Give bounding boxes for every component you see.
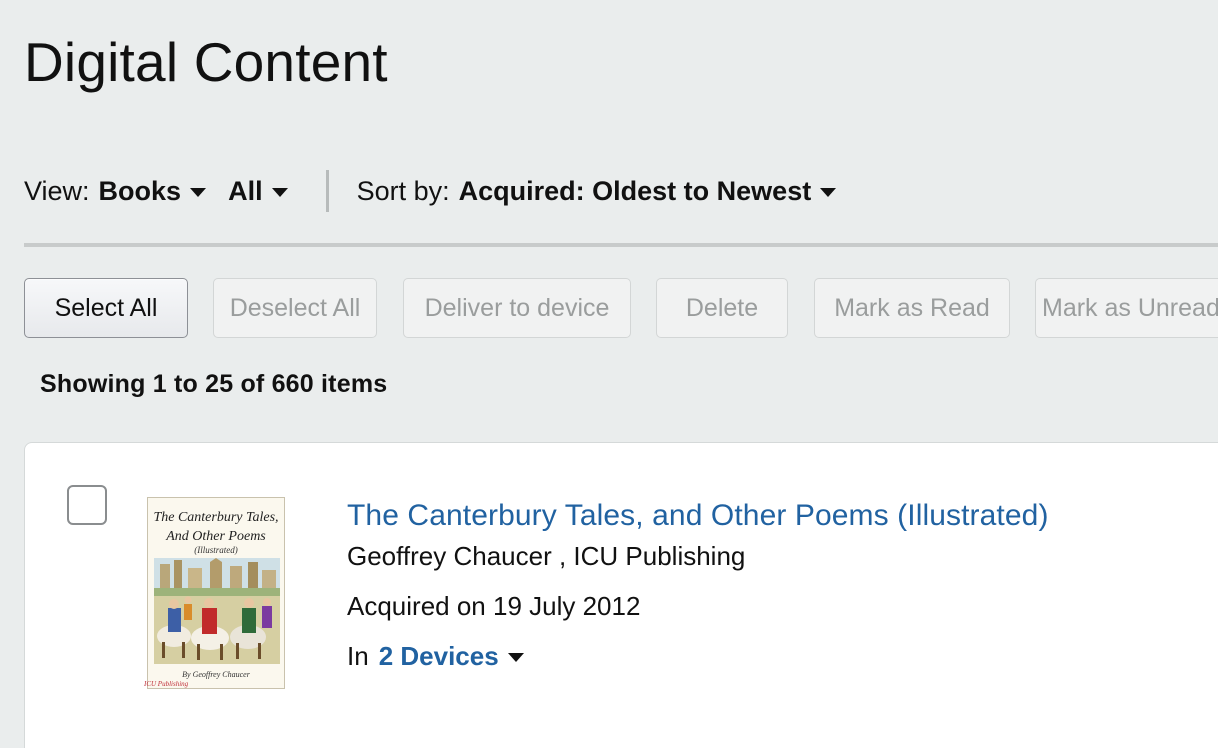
sort-dropdown[interactable]: Acquired: Oldest to Newest	[459, 176, 837, 207]
view-label: View:	[24, 175, 90, 206]
cover-title-line: And Other Poems	[166, 529, 266, 544]
digital-content-page: Digital Content View: Books All Sort by:…	[0, 0, 1218, 748]
devices-in-label: In	[347, 641, 369, 671]
select-all-button[interactable]: Select All	[24, 278, 188, 338]
devices-row: In 2 Devices	[347, 641, 524, 672]
subview-value: All	[228, 175, 263, 206]
subview-dropdown[interactable]: All	[228, 176, 288, 207]
item-checkbox[interactable]	[67, 485, 107, 525]
cover-title-line: The Canterbury Tales,	[153, 510, 279, 525]
results-count: Showing 1 to 25 of 660 items	[40, 370, 388, 398]
section-divider	[24, 243, 1218, 247]
cover-author: By Geoffrey Chaucer	[182, 670, 250, 679]
book-cover[interactable]: The Canterbury Tales, And Other Poems (I…	[144, 497, 285, 689]
chevron-down-icon	[271, 187, 288, 197]
publisher-logo: ICU Publishing	[144, 680, 189, 688]
delete-button[interactable]: Delete	[656, 278, 788, 338]
chevron-down-icon	[507, 653, 524, 662]
sort-value: Acquired: Oldest to Newest	[458, 175, 812, 206]
view-dropdown[interactable]: Books	[99, 176, 207, 207]
page-title: Digital Content	[24, 31, 388, 93]
view-value: Books	[98, 175, 182, 206]
chevron-down-icon	[190, 187, 207, 197]
devices-dropdown[interactable]: 2 Devices	[379, 641, 524, 672]
cover-subtitle: (Illustrated)	[194, 545, 238, 555]
mark-as-read-button[interactable]: Mark as Read	[814, 278, 1010, 338]
book-authors: Geoffrey Chaucer , ICU Publishing	[347, 541, 746, 571]
mark-as-unread-button[interactable]: Mark as Unread	[1035, 278, 1218, 338]
cover-illustration	[154, 558, 280, 664]
acquired-date: Acquired on 19 July 2012	[347, 591, 641, 621]
filter-bar: View: Books All Sort by: Acquired: Oldes…	[24, 170, 837, 212]
book-title-link[interactable]: The Canterbury Tales, and Other Poems (I…	[347, 499, 1049, 533]
devices-link-label: 2 Devices	[378, 641, 499, 671]
deselect-all-button[interactable]: Deselect All	[213, 278, 377, 338]
deliver-to-device-button[interactable]: Deliver to device	[403, 278, 631, 338]
chevron-down-icon	[820, 187, 837, 197]
filter-divider	[325, 170, 329, 212]
cover-title: The Canterbury Tales, And Other Poems	[148, 508, 284, 546]
sort-label: Sort by:	[356, 175, 450, 206]
list-item: The Canterbury Tales, And Other Poems (I…	[24, 442, 1218, 748]
